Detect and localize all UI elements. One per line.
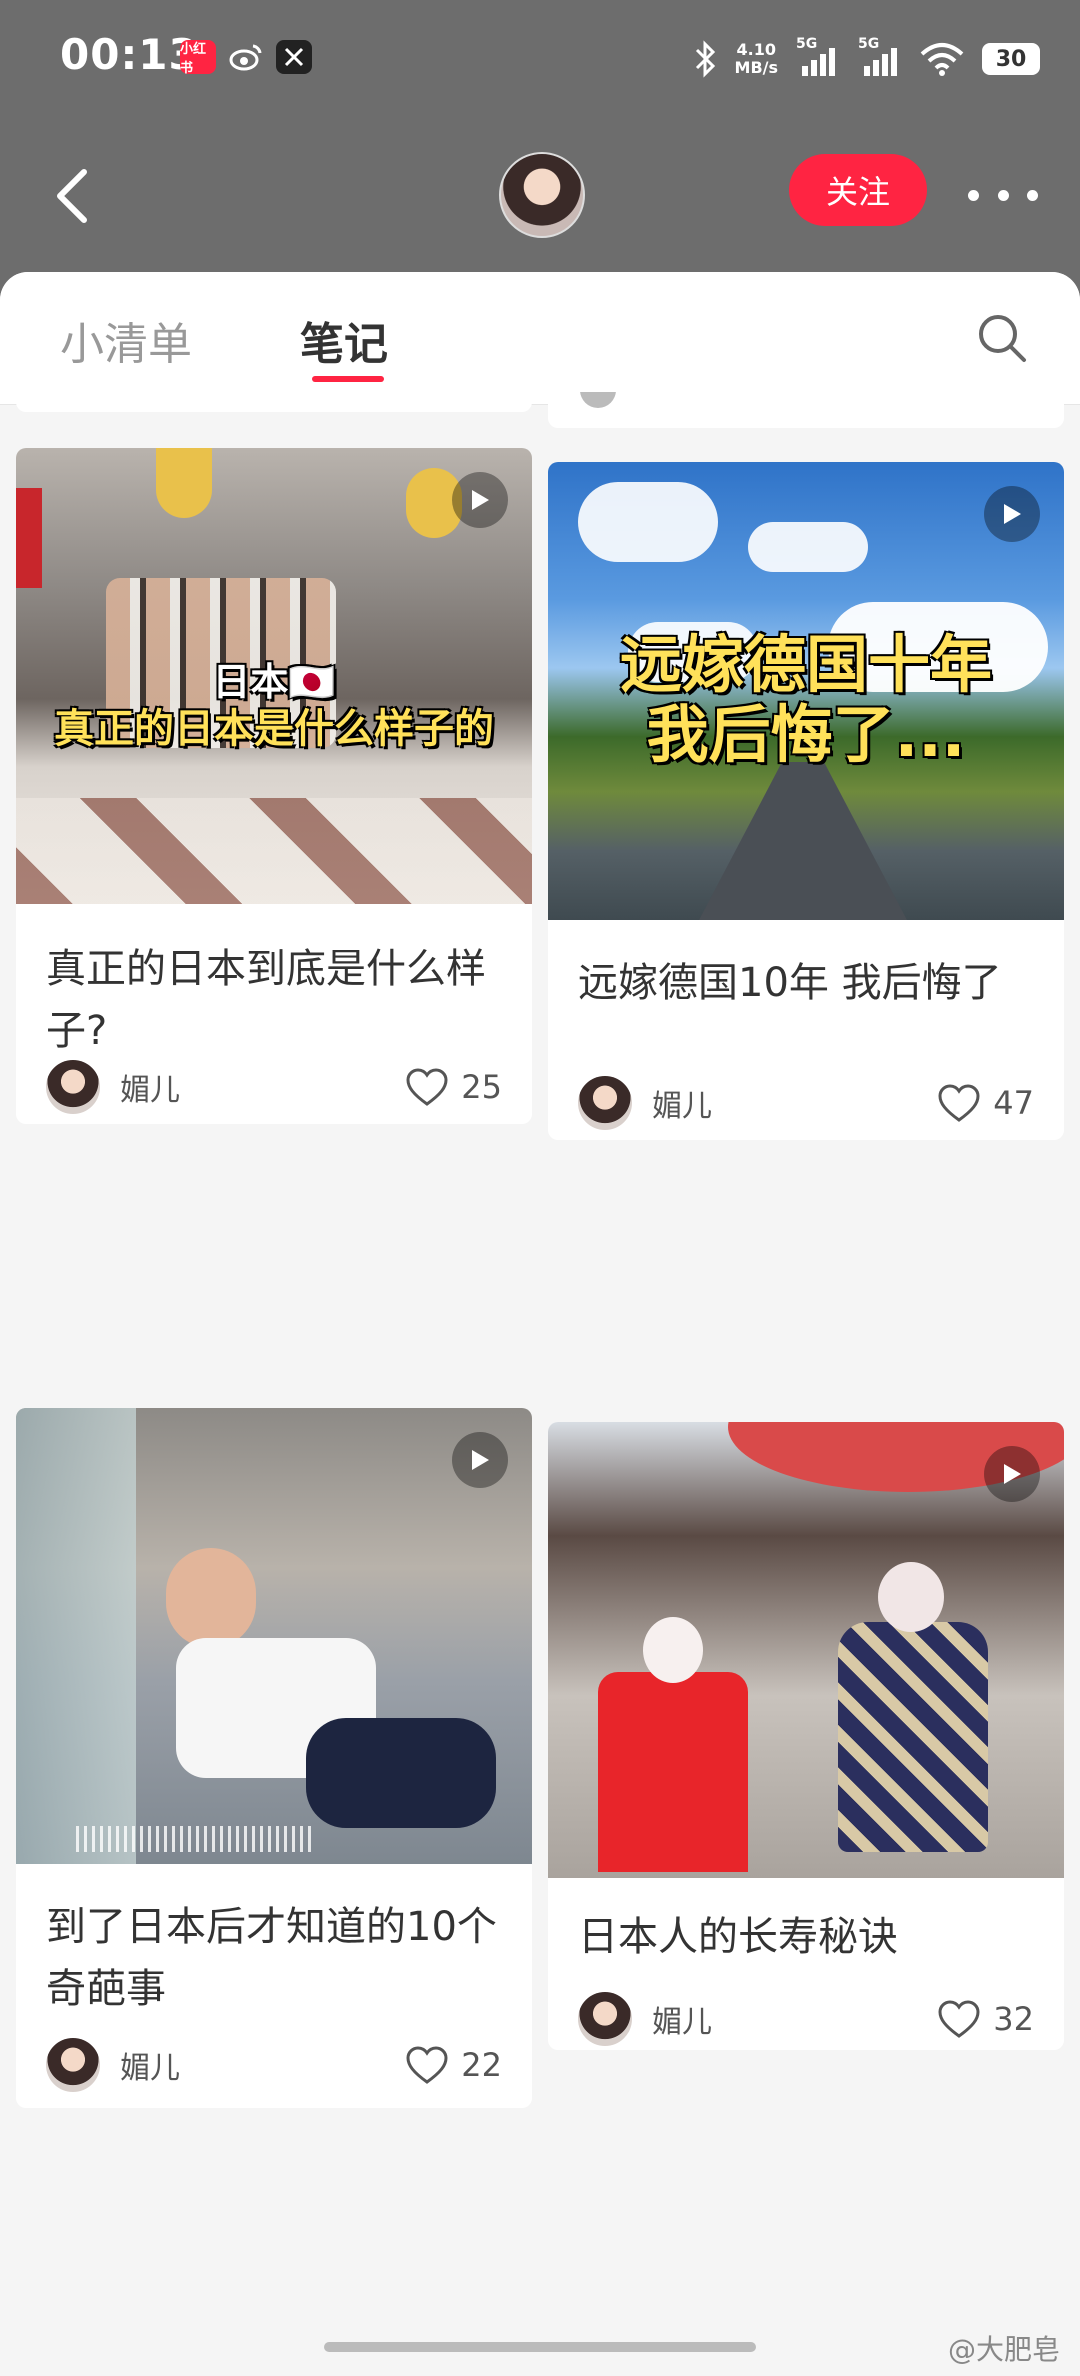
note-title: 日本人的长寿秘诀 — [578, 1914, 898, 1960]
avatar — [46, 2038, 100, 2092]
note-title: 到了日本后才知道的10个奇葩事 — [46, 1904, 497, 2012]
back-button[interactable] — [50, 166, 94, 226]
video-play-button[interactable] — [452, 472, 508, 528]
note-author[interactable]: 媚儿 — [578, 1076, 712, 1130]
cover-overlay-line1: 远嫁德国十年 — [619, 628, 992, 701]
oiran-figure — [838, 1622, 988, 1852]
tab-notes[interactable]: 笔记 — [300, 308, 388, 372]
signal-strength-2: 5G — [858, 36, 902, 76]
author-name: 媚儿 — [652, 2005, 712, 2040]
note-title: 远嫁德国10年 我后悔了 — [578, 960, 1002, 1006]
like-button[interactable]: 22 — [405, 2038, 502, 2092]
like-button[interactable]: 25 — [405, 1060, 502, 1114]
heart-icon — [406, 1068, 448, 1106]
status-bar: 00:13 小红书 4.10 MB/s 5G 5G 30 — [0, 0, 1080, 120]
like-count: 25 — [461, 1068, 502, 1106]
home-indicator[interactable] — [324, 2342, 756, 2352]
author-name: 媚儿 — [652, 1089, 712, 1124]
cover-overlay-line1: 日本🇯🇵 — [212, 660, 336, 704]
note-cover-image — [16, 1408, 532, 1864]
note-card[interactable]: 远嫁德国十年 我后悔了... 远嫁德国10年 我后悔了 媚儿 47 — [548, 462, 1064, 1140]
author-name: 媚儿 — [120, 1073, 180, 1108]
network-speed: 4.10 MB/s — [734, 40, 778, 77]
profile-header: 关注 — [0, 140, 1080, 250]
cloud-decoration — [578, 482, 718, 562]
note-author[interactable]: 媚儿 — [578, 1992, 712, 2046]
lantern-decoration — [156, 448, 212, 518]
play-icon — [472, 490, 489, 510]
audio-waveform — [76, 1826, 316, 1852]
like-count: 32 — [993, 2000, 1034, 2038]
note-cover-image: 远嫁德国十年 我后悔了... — [548, 462, 1064, 920]
video-play-button[interactable] — [984, 486, 1040, 542]
avatar — [578, 1992, 632, 2046]
avatar — [580, 392, 616, 408]
road-decoration — [698, 762, 908, 920]
follow-button[interactable]: 关注 — [789, 154, 927, 226]
avatar — [578, 1076, 632, 1130]
person-decoration — [166, 1548, 256, 1648]
play-icon — [1004, 504, 1021, 524]
note-cover-image — [548, 1422, 1064, 1878]
like-count: 22 — [461, 2046, 502, 2084]
notes-sheet: 小清单 笔记 日本🇯🇵 真正的日本是什么样子的 真正的日本到底是什么样子? 媚儿… — [0, 272, 1080, 2376]
more-dot-icon — [968, 189, 979, 201]
previous-note-card-left[interactable] — [16, 392, 532, 412]
more-options-button[interactable] — [968, 170, 1038, 220]
author-name: 媚儿 — [120, 2051, 180, 2086]
search-icon — [979, 315, 1026, 362]
note-card[interactable]: 日本🇯🇵 真正的日本是什么样子的 真正的日本到底是什么样子? 媚儿 25 — [16, 448, 532, 1124]
red-kimono-figure — [598, 1672, 748, 1872]
xiaohongshu-notification-icon: 小红书 — [180, 40, 216, 76]
weibo-notification-icon — [228, 40, 264, 74]
profile-avatar[interactable] — [499, 152, 585, 238]
signal-strength-1: 5G — [796, 36, 840, 76]
battery-indicator: 30 — [982, 43, 1040, 75]
note-card[interactable]: 到了日本后才知道的10个奇葩事 媚儿 22 — [16, 1408, 532, 2108]
like-button[interactable]: 32 — [937, 1992, 1034, 2046]
heart-icon — [938, 1084, 980, 1122]
play-icon — [1004, 1464, 1021, 1484]
note-cover-image: 日本🇯🇵 真正的日本是什么样子的 — [16, 448, 532, 904]
tab-checklist[interactable]: 小清单 — [60, 308, 192, 372]
note-card[interactable]: 日本人的长寿秘诀 媚儿 32 — [548, 1422, 1064, 2050]
status-time: 00:13 — [60, 30, 199, 79]
video-play-button[interactable] — [984, 1446, 1040, 1502]
x-app-notification-icon — [276, 40, 312, 74]
bluetooth-icon — [695, 40, 715, 78]
note-author[interactable]: 媚儿 — [46, 2038, 180, 2092]
tab-bar: 小清单 笔记 — [0, 272, 1080, 405]
heart-icon — [406, 2046, 448, 2084]
search-button[interactable] — [976, 312, 1028, 364]
chevron-left-icon — [57, 169, 87, 223]
video-play-button[interactable] — [452, 1432, 508, 1488]
cover-overlay-line2: 真正的日本是什么样子的 — [54, 706, 494, 752]
like-button[interactable]: 47 — [937, 1076, 1034, 1130]
active-tab-indicator — [312, 376, 384, 382]
like-count: 47 — [993, 1084, 1034, 1122]
cover-overlay-line2: 我后悔了... — [646, 698, 966, 771]
glass-window-decoration — [16, 1408, 136, 1864]
avatar — [46, 1060, 100, 1114]
note-author[interactable]: 媚儿 — [46, 1060, 180, 1114]
wifi-icon — [920, 43, 964, 76]
play-icon — [472, 1450, 489, 1470]
watermark: @大肥皂 — [947, 2333, 1060, 2366]
heart-icon — [938, 2000, 980, 2038]
previous-note-card-right[interactable] — [548, 392, 1064, 428]
note-title: 真正的日本到底是什么样子? — [46, 946, 486, 1054]
